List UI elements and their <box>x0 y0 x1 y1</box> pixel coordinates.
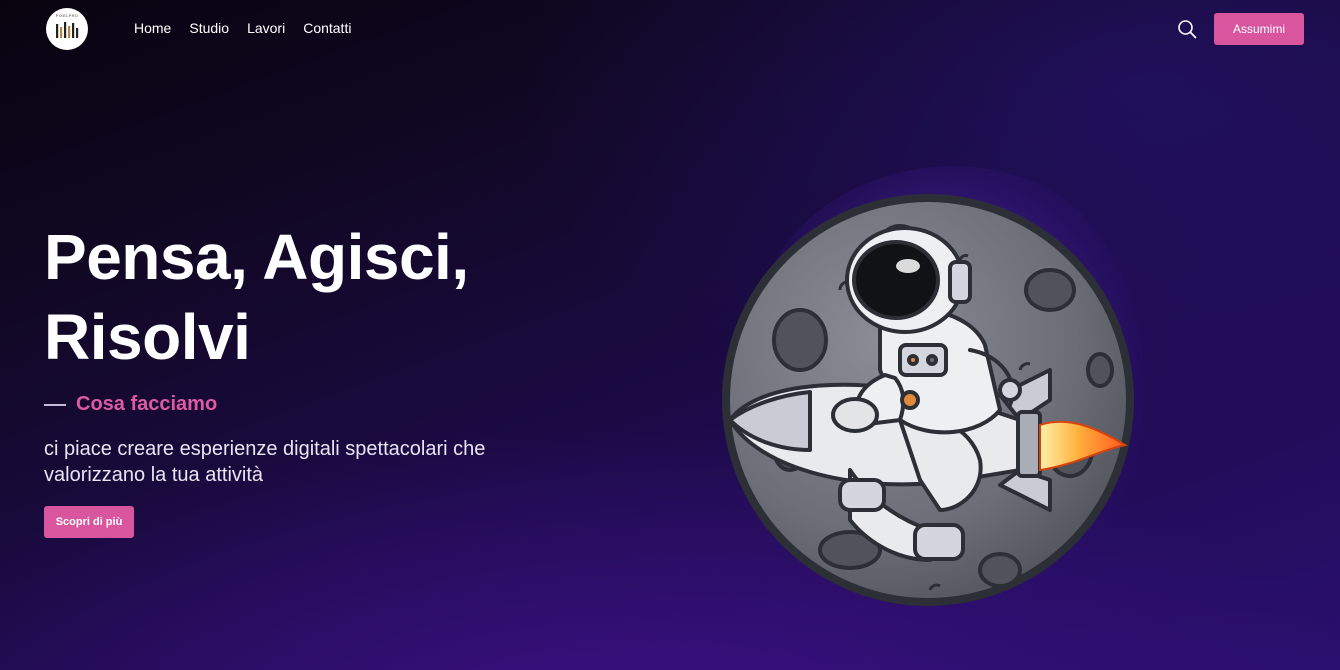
nav-link-lavori[interactable]: Lavori <box>247 20 285 36</box>
hero-title-line2: Risolvi <box>44 301 251 373</box>
nav-link-contatti[interactable]: Contatti <box>303 20 351 36</box>
dash-divider <box>44 403 66 406</box>
nav-links: Home Studio Lavori Contatti <box>134 20 351 36</box>
hero-title-line1: Pensa, Agisci, <box>44 221 469 293</box>
astronaut-rocket-moon-image <box>722 166 1145 618</box>
hero-illustration <box>700 150 1160 630</box>
nav-link-home[interactable]: Home <box>134 20 171 36</box>
top-navigation: PIXELPRO Home Studio Lavori Contatti Ass… <box>0 0 1340 58</box>
logo-text: PIXELPRO <box>55 13 79 18</box>
nav-link-studio[interactable]: Studio <box>189 20 229 36</box>
search-button[interactable] <box>1176 18 1198 40</box>
logo-mark-icon <box>56 22 79 38</box>
search-icon <box>1178 20 1197 39</box>
logo[interactable]: PIXELPRO <box>46 8 88 50</box>
hero-description: ci piace creare esperienze digitali spet… <box>44 438 486 486</box>
discover-more-button[interactable]: Scopri di più <box>44 506 134 538</box>
hire-me-button[interactable]: Assumimi <box>1214 13 1304 45</box>
section-label-text: Cosa facciamo <box>76 393 218 415</box>
section-label: Cosa facciamo <box>44 393 217 416</box>
hero-title: Pensa, Agisci, Risolvi <box>44 217 564 377</box>
